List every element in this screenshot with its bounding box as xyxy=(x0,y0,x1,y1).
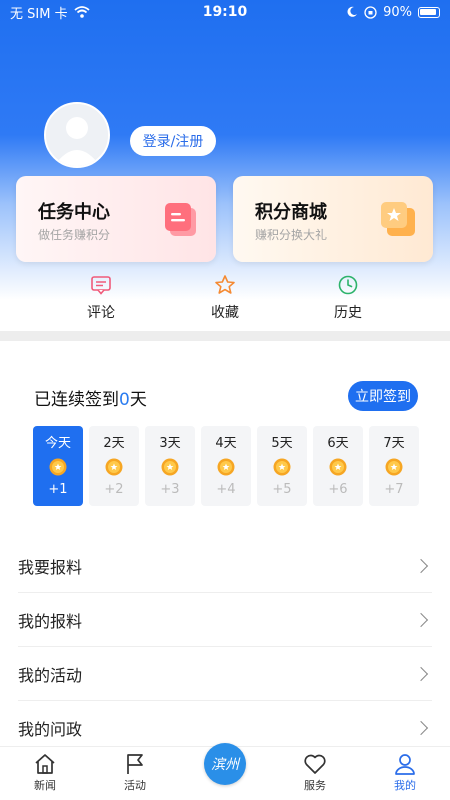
signin-day: 5天 +5 xyxy=(257,426,307,506)
menu-item-label: 我的问政 xyxy=(18,720,83,739)
coin-icon xyxy=(385,458,403,476)
tab-activity-label: 活动 xyxy=(124,779,146,792)
day-name: 7天 xyxy=(383,436,405,451)
points-mall-title: 积分商城 xyxy=(255,202,327,223)
coin-icon xyxy=(105,458,123,476)
chevron-right-icon xyxy=(413,612,429,627)
day-name: 2天 xyxy=(103,436,125,451)
tab-news[interactable]: 新闻 xyxy=(15,753,75,793)
flag-icon xyxy=(127,754,143,774)
menu-item-my-reports[interactable]: 我的报料 xyxy=(18,593,432,647)
menu-item-label: 我的活动 xyxy=(18,665,83,685)
gift-star-icon xyxy=(381,202,415,236)
day-points: +3 xyxy=(160,482,180,497)
star-icon xyxy=(215,275,235,294)
signin-streak: 已连续签到0天 xyxy=(34,385,147,410)
section-divider xyxy=(0,331,450,341)
menu-item-my-activities[interactable]: 我的活动 xyxy=(18,647,432,701)
menu-item-label: 我要报料 xyxy=(18,557,83,577)
coin-icon xyxy=(217,458,235,476)
day-name: 6天 xyxy=(327,436,349,451)
tab-service[interactable]: 服务 xyxy=(285,753,345,793)
avatar[interactable] xyxy=(44,102,110,168)
day-points: +4 xyxy=(216,482,236,497)
chevron-right-icon xyxy=(413,558,429,573)
coin-icon xyxy=(49,458,67,476)
day-points: +6 xyxy=(328,482,348,497)
day-points: +1 xyxy=(48,482,68,497)
status-bar: 无 SIM 卡 19:10 90% xyxy=(0,0,450,24)
history-label: 历史 xyxy=(334,305,362,321)
chevron-right-icon xyxy=(413,666,429,681)
day-points: +2 xyxy=(104,482,124,497)
home-icon xyxy=(35,754,55,774)
signin-prefix: 已连续签到 xyxy=(34,390,119,410)
center-logo-button[interactable]: 滨州 xyxy=(204,743,246,785)
wifi-icon xyxy=(73,6,90,18)
carrier-label: 无 SIM 卡 xyxy=(10,6,68,22)
points-mall-card[interactable]: 积分商城 赚积分换大礼 xyxy=(233,176,433,262)
tab-mine[interactable]: 我的 xyxy=(375,753,435,793)
signin-day: 2天 +2 xyxy=(89,426,139,506)
coin-icon xyxy=(161,458,179,476)
day-name: 4天 xyxy=(215,436,237,451)
menu-item-report[interactable]: 我要报料 xyxy=(18,539,432,593)
day-points: +5 xyxy=(272,482,292,497)
menu-item-label: 我的报料 xyxy=(18,611,83,631)
history-action[interactable]: 历史 xyxy=(308,274,388,322)
login-register-button[interactable]: 登录/注册 xyxy=(130,126,216,156)
task-center-card[interactable]: 任务中心 做任务赚积分 xyxy=(16,176,216,262)
signin-days: 今天 +1 2天 +2 3天 +3 4天 +4 5天 +5 6天 +6 7天 +… xyxy=(33,426,450,506)
battery-icon xyxy=(418,6,440,18)
signin-day: 6天 +6 xyxy=(313,426,363,506)
tab-news-label: 新闻 xyxy=(34,779,56,792)
comment-action[interactable]: 评论 xyxy=(61,274,141,322)
tab-mine-label: 我的 xyxy=(394,779,416,792)
signin-day: 今天 +1 xyxy=(33,426,83,506)
chevron-right-icon xyxy=(413,720,429,736)
signin-now-button[interactable]: 立即签到 xyxy=(348,381,418,411)
tab-service-label: 服务 xyxy=(304,779,326,792)
signin-day: 3天 +3 xyxy=(145,426,195,506)
default-avatar-icon xyxy=(46,104,108,166)
favorite-action[interactable]: 收藏 xyxy=(185,274,265,322)
tab-activity[interactable]: 活动 xyxy=(105,753,165,793)
signin-suffix: 天 xyxy=(129,390,147,410)
clock-icon xyxy=(338,275,358,295)
coin-icon xyxy=(329,458,347,476)
day-name: 3天 xyxy=(159,436,181,451)
heart-icon xyxy=(304,754,326,774)
signin-count: 0 xyxy=(119,390,130,410)
task-list-icon xyxy=(165,203,196,236)
signin-day: 4天 +4 xyxy=(201,426,251,506)
day-name: 5天 xyxy=(271,436,293,451)
user-icon xyxy=(395,754,415,775)
comment-icon xyxy=(91,276,111,295)
moon-icon xyxy=(347,6,358,17)
task-center-title: 任务中心 xyxy=(38,202,110,223)
comment-label: 评论 xyxy=(87,305,115,321)
favorite-label: 收藏 xyxy=(211,305,239,321)
orientation-lock-icon xyxy=(364,5,377,19)
day-name: 今天 xyxy=(44,436,71,451)
bottom-tabbar: 新闻 活动 滨州 服务 我的 xyxy=(0,743,450,800)
points-mall-subtitle: 赚积分换大礼 xyxy=(255,228,328,242)
day-points: +7 xyxy=(384,482,404,497)
battery-percent: 90% xyxy=(383,4,412,20)
coin-icon xyxy=(273,458,291,476)
signin-day: 7天 +7 xyxy=(369,426,419,506)
task-center-subtitle: 做任务赚积分 xyxy=(38,228,111,242)
